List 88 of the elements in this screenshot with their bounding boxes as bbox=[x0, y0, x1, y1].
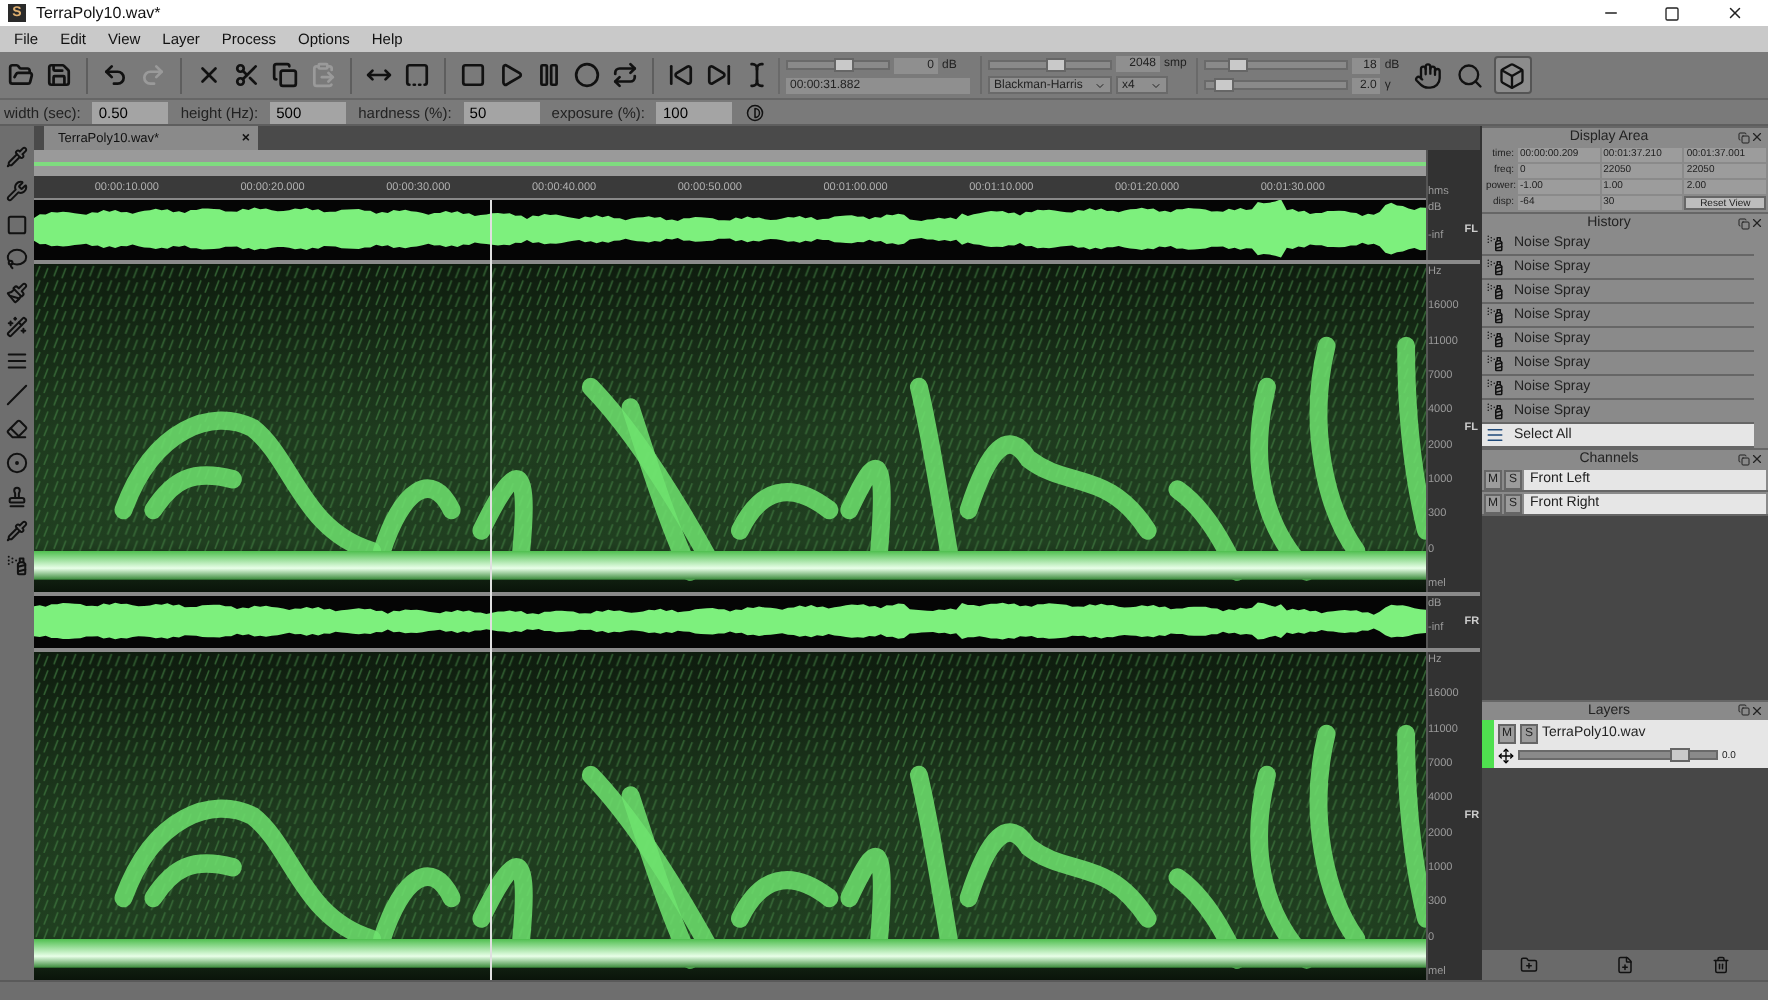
save-icon bbox=[46, 62, 72, 88]
close-button[interactable] bbox=[1750, 703, 1764, 717]
trash-icon bbox=[1711, 956, 1730, 974]
float-icon bbox=[1737, 704, 1749, 716]
lasso-icon bbox=[6, 247, 28, 269]
pipette-icon bbox=[6, 519, 28, 541]
move-icon[interactable] bbox=[1498, 747, 1514, 763]
stop-icon bbox=[460, 62, 486, 88]
contrast-button[interactable] bbox=[744, 101, 767, 123]
slider-thumb[interactable] bbox=[1046, 57, 1066, 71]
play-icon bbox=[498, 62, 524, 88]
wrench-icon bbox=[6, 179, 28, 201]
eraser-icon bbox=[6, 417, 28, 439]
close-button[interactable] bbox=[1750, 216, 1764, 230]
cursor-icon bbox=[744, 62, 770, 88]
float-icon bbox=[1737, 131, 1749, 143]
dot-tool[interactable] bbox=[3, 448, 31, 476]
skip-forward-icon bbox=[706, 62, 732, 88]
record-button[interactable] bbox=[570, 58, 604, 92]
float-button[interactable] bbox=[1736, 452, 1750, 466]
maximize-icon bbox=[1664, 5, 1680, 21]
folder-plus-icon bbox=[1520, 956, 1539, 974]
playhead-line[interactable] bbox=[490, 200, 493, 980]
cut-icon bbox=[234, 62, 260, 88]
save-button[interactable] bbox=[42, 58, 76, 92]
dot-icon bbox=[6, 451, 28, 473]
brush-tool[interactable] bbox=[3, 278, 31, 306]
slider-thumb[interactable] bbox=[1670, 748, 1691, 762]
pipette-icon bbox=[6, 145, 28, 167]
wrench-tool[interactable] bbox=[3, 176, 31, 204]
loop-icon bbox=[612, 62, 638, 88]
line-tool[interactable] bbox=[3, 380, 31, 408]
lines-icon bbox=[1486, 426, 1504, 444]
square-select-icon bbox=[6, 213, 28, 235]
crop-button[interactable] bbox=[400, 58, 434, 92]
caret-icon bbox=[1094, 79, 1106, 91]
file-plus-icon bbox=[1615, 956, 1634, 974]
lasso-tool[interactable] bbox=[3, 244, 31, 272]
search-icon bbox=[1456, 61, 1485, 89]
close-icon bbox=[1750, 130, 1764, 144]
cube-tool[interactable] bbox=[1493, 56, 1532, 94]
slider-thumb[interactable] bbox=[833, 58, 853, 72]
float-button[interactable] bbox=[1736, 703, 1750, 717]
copy-button[interactable] bbox=[268, 58, 302, 92]
redo-icon bbox=[140, 62, 166, 88]
stamp-tool[interactable] bbox=[3, 482, 31, 510]
brush-icon bbox=[6, 281, 28, 303]
new-folder-button[interactable] bbox=[1517, 953, 1542, 977]
pipette-tool[interactable] bbox=[3, 516, 31, 544]
new-file-button[interactable] bbox=[1612, 953, 1637, 977]
slider-thumb[interactable] bbox=[1227, 58, 1248, 72]
eraser-tool[interactable] bbox=[3, 414, 31, 442]
delete-icon bbox=[196, 62, 222, 88]
pause-icon bbox=[536, 62, 562, 88]
pipette-tool[interactable] bbox=[3, 142, 31, 170]
window-title: TerraPoly10.wav* bbox=[36, 4, 163, 22]
close-button[interactable] bbox=[1750, 452, 1764, 466]
contrast-icon bbox=[746, 103, 765, 121]
spray-icon bbox=[6, 553, 28, 575]
skip-back-icon bbox=[668, 62, 694, 88]
copy-icon bbox=[272, 62, 298, 88]
square-select-tool[interactable] bbox=[3, 210, 31, 238]
float-button[interactable] bbox=[1736, 216, 1750, 230]
cube-icon bbox=[1498, 61, 1527, 89]
close-icon bbox=[1750, 452, 1764, 466]
open-icon bbox=[8, 62, 34, 88]
line-icon bbox=[6, 383, 28, 405]
loop-button[interactable] bbox=[608, 58, 642, 92]
slider-thumb[interactable] bbox=[1213, 78, 1234, 92]
float-icon bbox=[1737, 217, 1749, 229]
wand-icon bbox=[6, 315, 28, 337]
record-icon bbox=[574, 62, 600, 88]
close-icon bbox=[1750, 703, 1764, 717]
float-icon bbox=[1737, 453, 1749, 465]
caret-icon bbox=[1150, 79, 1162, 91]
close-icon bbox=[1725, 4, 1743, 22]
undo-icon bbox=[102, 62, 128, 88]
crop-icon bbox=[404, 62, 430, 88]
close-button[interactable] bbox=[1750, 130, 1764, 144]
wand-tool[interactable] bbox=[3, 312, 31, 340]
stamp-icon bbox=[6, 485, 28, 507]
hand-icon bbox=[1414, 61, 1443, 89]
float-button[interactable] bbox=[1736, 130, 1750, 144]
stop-button[interactable] bbox=[456, 58, 490, 92]
close-icon bbox=[1750, 216, 1764, 230]
paste-icon bbox=[310, 62, 336, 88]
lines-icon bbox=[6, 349, 28, 371]
delete-button[interactable] bbox=[1708, 953, 1733, 977]
